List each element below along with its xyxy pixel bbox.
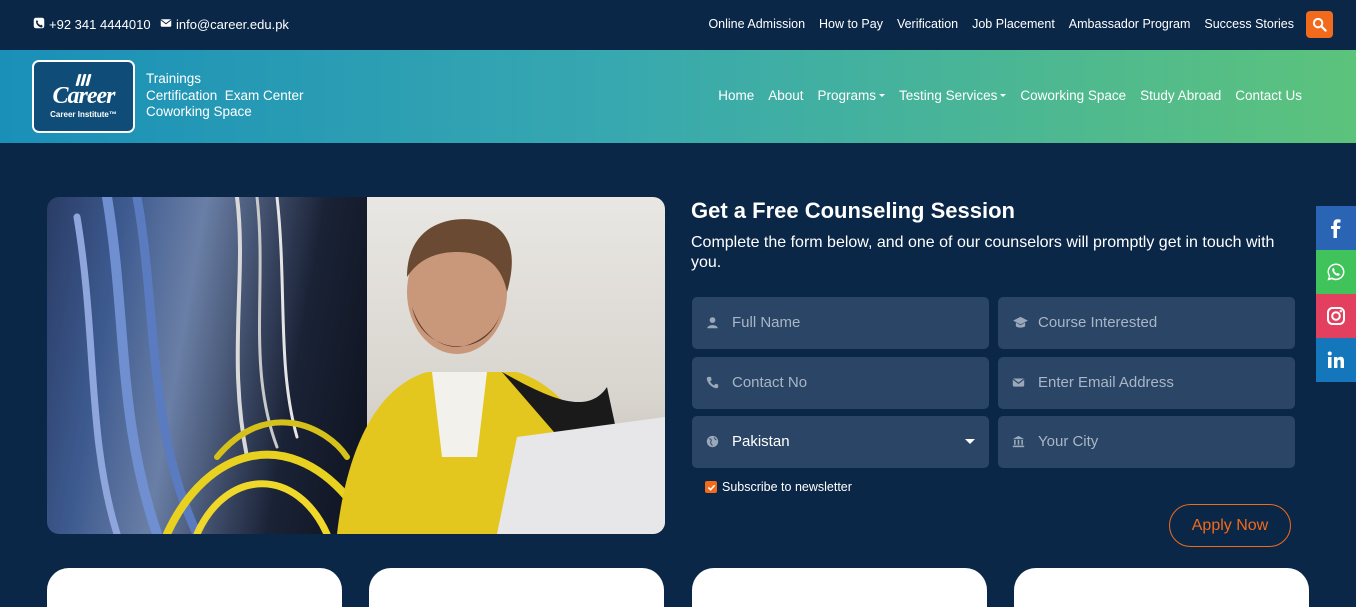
caret-down-icon [879,94,886,97]
city-field[interactable]: Your City [998,416,1295,468]
whatsapp-icon [1326,262,1346,282]
tagline-line: Certification Exam Center [146,87,304,103]
nav-label: Programs [817,88,877,103]
subscribe-label: Subscribe to newsletter [722,480,852,494]
feature-card[interactable] [692,568,987,607]
top-bar: +92 341 4444010 info@career.edu.pk Onlin… [0,0,1356,50]
envelope-icon [160,17,172,32]
nav-label: Contact Us [1235,88,1302,103]
phone-number: +92 341 4444010 [49,17,151,32]
dropdown-arrow-icon [965,439,975,444]
technician-illustration [73,197,665,534]
link-job-placement[interactable]: Job Placement [972,17,1055,31]
tagline-line: Coworking Space [146,104,252,119]
checkbox-checked-icon[interactable] [705,481,717,493]
nav-label: Study Abroad [1140,88,1222,103]
envelope-icon [1012,376,1025,389]
link-verification[interactable]: Verification [897,17,958,31]
city-placeholder: Your City [1038,433,1099,450]
nav-about[interactable]: About [768,88,803,103]
full-name-field[interactable]: Full Name [692,297,989,349]
linkedin-icon [1326,350,1346,370]
form-subtitle: Complete the form below, and one of our … [691,234,1275,271]
email-contact[interactable]: info@career.edu.pk [160,17,289,32]
link-online-admission[interactable]: Online Admission [708,17,805,31]
link-success-stories[interactable]: Success Stories [1204,17,1294,31]
feature-card[interactable] [369,568,664,607]
nav-testing-services[interactable]: Testing Services [899,88,1007,103]
main-header: Career Career Institute™ Trainings Certi… [0,50,1356,143]
email-address: info@career.edu.pk [176,17,289,32]
phone-icon [33,17,45,32]
caret-down-icon [1000,94,1007,97]
form-title: Get a Free Counseling Session [691,198,1015,223]
career-institute-logo[interactable]: Career Career Institute™ [32,60,135,133]
phone-contact[interactable]: +92 341 4444010 [33,17,151,32]
nav-label: Testing Services [899,88,998,103]
link-ambassador-program[interactable]: Ambassador Program [1069,17,1191,31]
nav-coworking-space[interactable]: Coworking Space [1020,88,1126,103]
facebook-icon [1326,218,1346,238]
feature-card[interactable] [1014,568,1309,607]
nav-label: Home [718,88,755,103]
tagline-line: Trainings [146,71,202,86]
email-placeholder: Enter Email Address [1038,374,1174,391]
main-nav: Home About Programs Testing Services Cow… [718,88,1302,103]
facebook-button[interactable] [1316,206,1356,250]
nav-label: About [768,88,804,103]
bank-building-icon [1012,435,1025,448]
nav-study-abroad[interactable]: Study Abroad [1140,88,1221,103]
contact-no-field[interactable]: Contact No [692,357,989,409]
graduation-cap-icon [1012,316,1029,329]
nav-programs[interactable]: Programs [818,88,886,103]
user-icon [706,316,719,329]
nav-home[interactable]: Home [718,88,754,103]
country-select[interactable]: Pakistan [692,416,989,468]
subscribe-newsletter[interactable]: Subscribe to newsletter [705,480,852,494]
hero-image-technician [47,197,665,534]
linkedin-button[interactable] [1316,338,1356,382]
search-icon [1312,17,1327,32]
tagline: Trainings Certification Exam Center Cowo… [146,71,304,121]
search-button[interactable] [1306,11,1333,38]
email-field[interactable]: Enter Email Address [998,357,1295,409]
logo-wordmark: Career [52,83,116,109]
course-interested-field[interactable]: Course Interested [998,297,1295,349]
instagram-icon [1326,306,1346,326]
country-value: Pakistan [732,433,790,450]
top-links: Online Admission How to Pay Verification… [708,17,1294,31]
whatsapp-button[interactable] [1316,250,1356,294]
nav-label: Coworking Space [1020,88,1127,103]
full-name-placeholder: Full Name [732,314,801,331]
link-how-to-pay[interactable]: How to Pay [819,17,883,31]
contact-placeholder: Contact No [732,374,808,391]
phone-icon [706,376,719,389]
globe-icon [706,435,719,448]
course-placeholder: Course Interested [1038,314,1158,331]
apply-now-button[interactable]: Apply Now [1169,504,1291,547]
nav-contact-us[interactable]: Contact Us [1235,88,1302,103]
logo-subtitle: Career Institute™ [50,110,117,119]
feature-card[interactable] [47,568,342,607]
instagram-button[interactable] [1316,294,1356,338]
